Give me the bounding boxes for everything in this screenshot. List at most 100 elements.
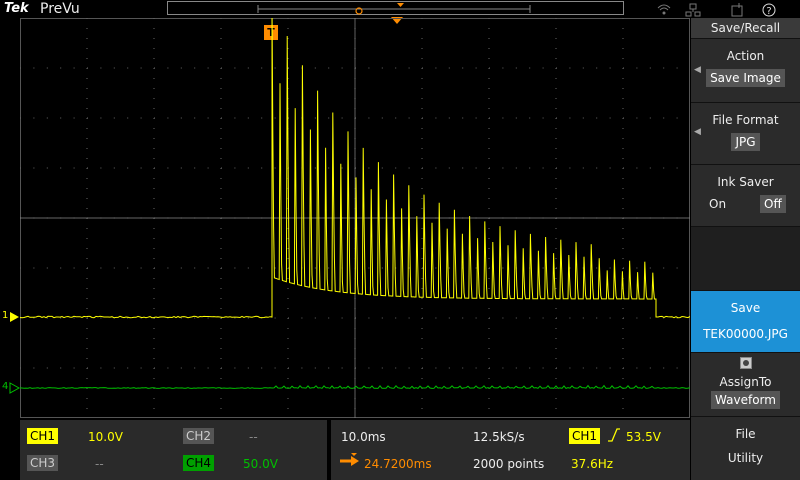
grid-dot [422, 208, 423, 209]
file-utility-button[interactable]: File Utility [691, 416, 800, 480]
ch2-label[interactable]: CH2 [183, 428, 214, 444]
grid-dot [677, 368, 678, 369]
grid-dot [623, 48, 624, 49]
grid-dot [623, 338, 624, 339]
grid-dot [422, 38, 423, 39]
grid-dot [623, 18, 624, 19]
ch3-label[interactable]: CH3 [27, 455, 58, 471]
record-view[interactable] [167, 1, 624, 15]
grid-dot [543, 318, 544, 319]
grid-dot [221, 138, 222, 139]
channel-readouts: CH1 10.0V CH2 -- CH3 -- CH4 50.0V [20, 420, 327, 480]
grid-dot [288, 328, 289, 329]
grid-dot [315, 118, 316, 119]
grid-dot [623, 238, 624, 239]
timebase-readouts[interactable]: 10.0ms 24.7200ms 12.5kS/s 2000 points CH… [331, 420, 690, 480]
ch4-label[interactable]: CH4 [183, 455, 214, 471]
grid-dot [288, 288, 289, 289]
grid-dot [248, 68, 249, 69]
grid-dot [328, 68, 329, 69]
grid-dot [87, 338, 88, 339]
grid-dot [154, 158, 155, 159]
grid-dot [395, 368, 396, 369]
assign-to-button[interactable]: AssignTo Waveform [691, 352, 800, 416]
grid-dot [33, 368, 34, 369]
grid-dot [154, 348, 155, 349]
grid-dot [489, 208, 490, 209]
grid-dot [141, 68, 142, 69]
ch1-label[interactable]: CH1 [27, 428, 58, 444]
grid-dot [342, 168, 343, 169]
grid-dot [476, 118, 477, 119]
grid-dot [556, 228, 557, 229]
grid-dot [623, 158, 624, 159]
grid-dot [422, 58, 423, 59]
ch1-ground-marker[interactable]: 1 [2, 311, 20, 323]
grid-dot [368, 368, 369, 369]
grid-dot [476, 68, 477, 69]
ink-saver-off[interactable]: Off [760, 195, 786, 213]
file-format-button[interactable]: ◀ File Format JPG [691, 102, 800, 164]
ch1-scale: 10.0V [88, 430, 123, 444]
grid-dot [556, 388, 557, 389]
grid-dot [623, 148, 624, 149]
grid-dot [221, 128, 222, 129]
grid-dot [382, 318, 383, 319]
grid-dot [489, 58, 490, 59]
grid-dot [556, 238, 557, 239]
grid-dot [422, 188, 423, 189]
grid-dot [502, 318, 503, 319]
grid-dot [60, 368, 61, 369]
ch4-ground-marker[interactable]: 4 [2, 382, 20, 394]
grid-dot [596, 268, 597, 269]
grid-dot [556, 268, 557, 269]
grid-dot [154, 148, 155, 149]
grid-dot [489, 68, 490, 69]
grid-dot [87, 328, 88, 329]
action-button[interactable]: ◀ Action Save Image [691, 38, 800, 102]
grid-dot [663, 168, 664, 169]
grid-dot [543, 168, 544, 169]
grid-dot [154, 118, 155, 119]
grid-dot [583, 68, 584, 69]
grid-dot [87, 38, 88, 39]
grid-dot [221, 58, 222, 59]
grid-dot [489, 18, 490, 19]
grid-dot [33, 168, 34, 169]
save-button[interactable]: Save TEK00000.JPG [691, 290, 800, 352]
grid-dot [422, 238, 423, 239]
ink-saver-button[interactable]: Ink Saver On Off [691, 164, 800, 226]
grid-dot [623, 108, 624, 109]
grid-dot [556, 368, 557, 369]
grid-dot [154, 128, 155, 129]
grid-dot [462, 68, 463, 69]
grid-dot [167, 368, 168, 369]
grid-dot [87, 128, 88, 129]
ch4-marker-arrow [2, 382, 20, 394]
grid-dot [583, 118, 584, 119]
ink-saver-on[interactable]: On [709, 197, 726, 211]
grid-dot [516, 118, 517, 119]
grid-dot [194, 68, 195, 69]
grid-dot [422, 268, 423, 269]
grid-dot [221, 168, 222, 169]
svg-text:?: ? [766, 6, 771, 17]
help-icon[interactable]: ? [763, 4, 775, 17]
grid-dot [489, 328, 490, 329]
grid-dot [489, 118, 490, 119]
grid-dot [208, 268, 209, 269]
grid-dot [382, 268, 383, 269]
file-format-value: JPG [731, 133, 759, 151]
grid-dot [221, 18, 222, 19]
grid-dot [221, 328, 222, 329]
grid-dot [422, 48, 423, 49]
grid-dot [181, 168, 182, 169]
grid-dot [489, 78, 490, 79]
grid-dot [154, 228, 155, 229]
grid-dot [221, 378, 222, 379]
waveform-display[interactable] [20, 18, 690, 418]
trigger-source[interactable]: CH1 [569, 428, 600, 444]
grid-dot [663, 68, 664, 69]
left-arrow-icon: ◀ [694, 127, 701, 137]
grid-dot [248, 368, 249, 369]
